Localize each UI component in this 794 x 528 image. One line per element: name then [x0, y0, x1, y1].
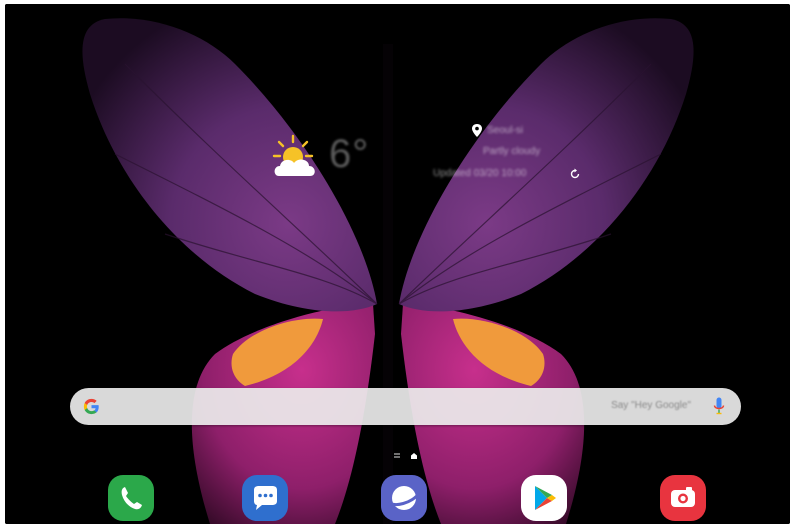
temperature-text: 6°: [329, 132, 370, 176]
play-store-icon: [521, 475, 567, 521]
microphone-icon[interactable]: [713, 397, 725, 416]
phone-icon: [108, 475, 154, 521]
dock-app-camera[interactable]: [660, 475, 706, 521]
location-pin-icon: [472, 124, 482, 137]
page-indicator[interactable]: [393, 451, 423, 461]
google-search-bar[interactable]: Say "Hey Google": [70, 388, 741, 425]
location-updated-time: Updated 03/20 10:00: [433, 168, 527, 179]
home-page-icon: [411, 453, 417, 459]
chat-bubble-icon: [242, 475, 288, 521]
refresh-icon[interactable]: [569, 168, 581, 180]
butterfly-wallpaper: [5, 4, 790, 524]
google-g-icon: [83, 398, 99, 415]
partly-sunny-icon: [272, 134, 315, 176]
location-widget[interactable]: Seoul-si Partly cloudy Updated 03/20 10:…: [433, 124, 631, 184]
page-indicator-menu-icon: [394, 453, 400, 458]
home-screen: 6° Seoul-si Partly cloudy Updated 03/20 …: [5, 4, 790, 524]
dock-app-messages[interactable]: [242, 475, 288, 521]
dock-app-internet[interactable]: [381, 475, 427, 521]
dock-app-play-store[interactable]: [521, 475, 567, 521]
weather-widget[interactable]: 6°: [271, 132, 391, 184]
search-hint: Say "Hey Google": [611, 400, 691, 411]
location-condition: Partly cloudy: [483, 146, 541, 157]
dock-app-phone[interactable]: [108, 475, 154, 521]
camera-icon: [660, 475, 706, 521]
location-place: Seoul-si: [487, 125, 524, 136]
planet-icon: [381, 475, 427, 521]
